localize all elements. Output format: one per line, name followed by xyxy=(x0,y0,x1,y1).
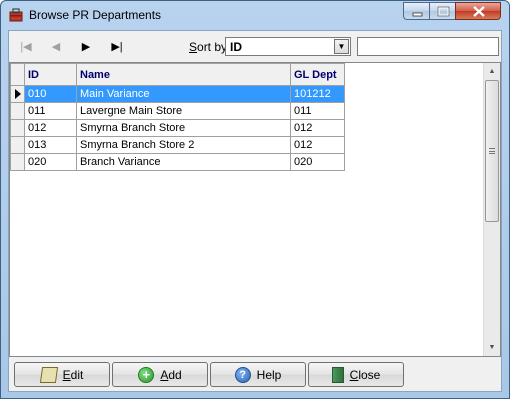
cell-id[interactable]: 010 xyxy=(24,85,77,103)
current-row-indicator xyxy=(10,85,25,103)
row-indicator xyxy=(10,153,25,171)
maximize-button[interactable] xyxy=(429,2,456,20)
window-title: Browse PR Departments xyxy=(29,8,162,22)
header-row: ID Name GL Dept xyxy=(10,63,345,86)
cell-name[interactable]: Main Variance xyxy=(76,85,291,103)
cell-gl-dept[interactable]: 020 xyxy=(290,153,345,171)
next-record-button[interactable]: ▶ xyxy=(75,38,97,54)
cell-id[interactable]: 020 xyxy=(24,153,77,171)
departments-grid: ID Name GL Dept 010 Main Variance 101212 xyxy=(9,62,501,357)
cell-id[interactable]: 011 xyxy=(24,102,77,120)
departments-table: ID Name GL Dept 010 Main Variance 101212 xyxy=(10,63,345,171)
client-area: |◀ ◀ ▶ ▶| Sort by ID ▼ ID Name GL Dept 0… xyxy=(8,30,502,392)
edit-button[interactable]: Edit xyxy=(14,362,110,387)
close-button[interactable]: Close xyxy=(308,362,404,387)
app-toolbox-icon xyxy=(9,8,23,22)
sort-by-value: ID xyxy=(230,40,242,54)
cell-id[interactable]: 012 xyxy=(24,119,77,137)
help-label: Help xyxy=(256,367,282,382)
cell-gl-dept[interactable]: 012 xyxy=(290,119,345,137)
browse-window: Browse PR Departments |◀ ◀ ▶ ▶| Sort by … xyxy=(0,0,510,399)
sort-by-select[interactable]: ID ▼ xyxy=(225,37,351,56)
first-record-button[interactable]: |◀ xyxy=(15,38,37,54)
add-button[interactable]: + Add xyxy=(112,362,208,387)
row-indicator xyxy=(10,102,25,120)
help-icon: ? xyxy=(234,366,251,383)
toolbar: |◀ ◀ ▶ ▶| Sort by ID ▼ xyxy=(9,31,501,61)
table-row[interactable]: 020 Branch Variance 020 xyxy=(10,153,345,171)
table-row[interactable]: 010 Main Variance 101212 xyxy=(10,85,345,103)
scroll-down-icon[interactable]: ▼ xyxy=(484,339,500,356)
column-header-gl-dept[interactable]: GL Dept xyxy=(290,63,345,86)
table-row[interactable]: 011 Lavergne Main Store 011 xyxy=(10,102,345,120)
scroll-thumb[interactable] xyxy=(485,80,499,222)
row-indicator xyxy=(10,119,25,137)
vertical-scrollbar[interactable]: ▲ ▼ xyxy=(483,63,500,356)
edit-label: Edit xyxy=(62,367,84,382)
row-indicator-header xyxy=(10,63,25,86)
minimize-icon xyxy=(412,12,423,17)
cell-name[interactable]: Branch Variance xyxy=(76,153,291,171)
cell-gl-dept[interactable]: 011 xyxy=(290,102,345,120)
column-header-id[interactable]: ID xyxy=(24,63,77,86)
sort-by-label: Sort by xyxy=(189,40,228,54)
help-button[interactable]: ? Help xyxy=(210,362,306,387)
cell-gl-dept[interactable]: 012 xyxy=(290,136,345,154)
grip-icon xyxy=(489,148,495,154)
maximize-icon xyxy=(437,6,450,17)
current-row-arrow-icon xyxy=(15,89,21,99)
cell-gl-dept[interactable]: 101212 xyxy=(290,85,345,103)
title-bar[interactable]: Browse PR Departments xyxy=(1,1,509,29)
close-icon xyxy=(473,6,485,17)
close-label: Close xyxy=(349,367,381,382)
cell-name[interactable]: Smyrna Branch Store 2 xyxy=(76,136,291,154)
close-window-button[interactable] xyxy=(455,2,501,20)
previous-record-button[interactable]: ◀ xyxy=(45,38,67,54)
cell-name[interactable]: Lavergne Main Store xyxy=(76,102,291,120)
cell-name[interactable]: Smyrna Branch Store xyxy=(76,119,291,137)
minimize-button[interactable] xyxy=(403,2,430,20)
cell-id[interactable]: 013 xyxy=(24,136,77,154)
column-header-name[interactable]: Name xyxy=(76,63,291,86)
row-indicator xyxy=(10,136,25,154)
search-input[interactable] xyxy=(357,37,499,56)
table-row[interactable]: 012 Smyrna Branch Store 012 xyxy=(10,119,345,137)
add-label: Add xyxy=(160,367,182,382)
edit-icon xyxy=(39,366,58,383)
table-row[interactable]: 013 Smyrna Branch Store 2 012 xyxy=(10,136,345,154)
dropdown-arrow-icon[interactable]: ▼ xyxy=(334,39,349,54)
door-close-icon xyxy=(331,366,344,383)
button-bar: Edit + Add ? Help Close xyxy=(9,358,501,391)
last-record-button[interactable]: ▶| xyxy=(106,38,128,54)
scroll-up-icon[interactable]: ▲ xyxy=(484,63,500,80)
add-icon: + xyxy=(138,366,155,383)
